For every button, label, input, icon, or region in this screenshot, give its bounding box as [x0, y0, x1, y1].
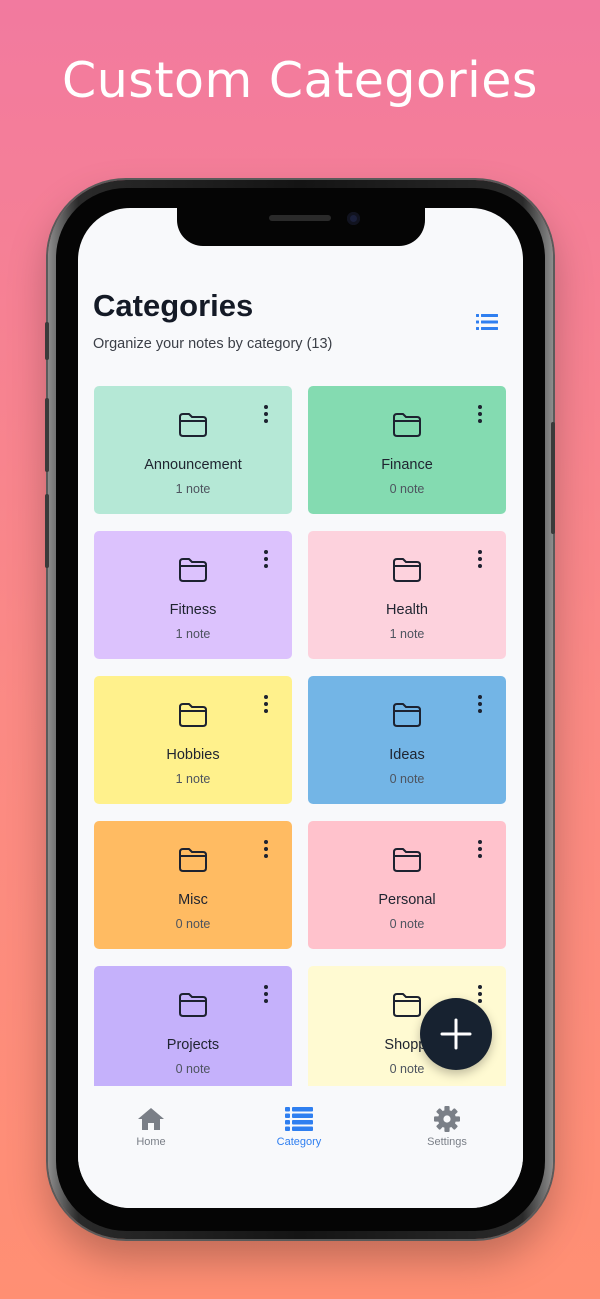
folder-icon [178, 557, 208, 583]
category-note-count: 1 note [175, 482, 211, 496]
category-name: Misc [178, 892, 208, 908]
tab-home-label: Home [136, 1136, 166, 1148]
promo-headline: Custom Categories [62, 52, 538, 109]
more-options-icon[interactable] [262, 549, 270, 569]
category-name: Ideas [389, 747, 425, 763]
category-note-count: 1 note [175, 772, 211, 786]
plus-icon [440, 1018, 472, 1050]
more-options-icon[interactable] [262, 984, 270, 1004]
category-name: Fitness [169, 602, 217, 618]
category-card[interactable]: Fitness 1 note [94, 531, 292, 659]
category-note-count: 0 note [389, 482, 425, 496]
page-subtitle: Organize your notes by category (13) [93, 336, 333, 352]
folder-icon [392, 702, 422, 728]
folder-icon [392, 847, 422, 873]
list-view-icon[interactable] [476, 314, 498, 330]
more-options-icon[interactable] [262, 694, 270, 714]
page-title: Categories [93, 288, 254, 323]
category-card[interactable]: Finance 0 note [308, 386, 506, 514]
mute-switch [45, 322, 49, 360]
tab-category[interactable]: Category [244, 1106, 354, 1148]
category-note-count: 0 note [175, 1062, 211, 1076]
category-card[interactable]: Health 1 note [308, 531, 506, 659]
tab-settings[interactable]: Settings [392, 1106, 502, 1148]
category-name: Finance [381, 457, 433, 473]
category-note-count: 0 note [389, 917, 425, 931]
more-options-icon[interactable] [476, 404, 484, 424]
category-card[interactable]: Projects 0 note [94, 966, 292, 1094]
folder-icon [178, 847, 208, 873]
folder-icon [178, 702, 208, 728]
app-screen: Categories Organize your notes by catego… [78, 208, 523, 1208]
category-card[interactable]: Misc 0 note [94, 821, 292, 949]
volume-up-button [45, 398, 49, 472]
category-name: Announcement [144, 457, 242, 473]
more-options-icon[interactable] [262, 839, 270, 859]
category-note-count: 1 note [389, 627, 425, 641]
more-options-icon[interactable] [476, 839, 484, 859]
notch [177, 208, 425, 246]
gear-icon [434, 1106, 460, 1132]
list-icon [285, 1107, 313, 1131]
category-card[interactable]: Ideas 0 note [308, 676, 506, 804]
category-name: Personal [378, 892, 436, 908]
bottom-tab-bar: Home Category Settings [78, 1086, 523, 1208]
category-card[interactable]: Announcement 1 note [94, 386, 292, 514]
folder-icon [392, 412, 422, 438]
folder-icon [392, 557, 422, 583]
folder-icon [178, 412, 208, 438]
more-options-icon[interactable] [476, 694, 484, 714]
front-camera [347, 212, 360, 225]
home-icon [138, 1108, 164, 1130]
folder-icon [178, 992, 208, 1018]
speaker-grille [269, 215, 331, 221]
category-name: Hobbies [166, 747, 220, 763]
category-card[interactable]: Personal 0 note [308, 821, 506, 949]
folder-icon [392, 992, 422, 1018]
add-category-button[interactable] [420, 998, 492, 1070]
category-note-count: 1 note [175, 627, 211, 641]
power-button [551, 422, 555, 534]
tab-settings-label: Settings [427, 1136, 467, 1148]
more-options-icon[interactable] [476, 549, 484, 569]
tab-category-label: Category [276, 1136, 322, 1148]
category-card[interactable]: Hobbies 1 note [94, 676, 292, 804]
more-options-icon[interactable] [262, 404, 270, 424]
category-name: Projects [166, 1037, 220, 1053]
volume-down-button [45, 494, 49, 568]
category-name: Health [386, 602, 428, 618]
tab-home[interactable]: Home [96, 1106, 206, 1148]
category-note-count: 0 note [389, 772, 425, 786]
category-note-count: 0 note [175, 917, 211, 931]
